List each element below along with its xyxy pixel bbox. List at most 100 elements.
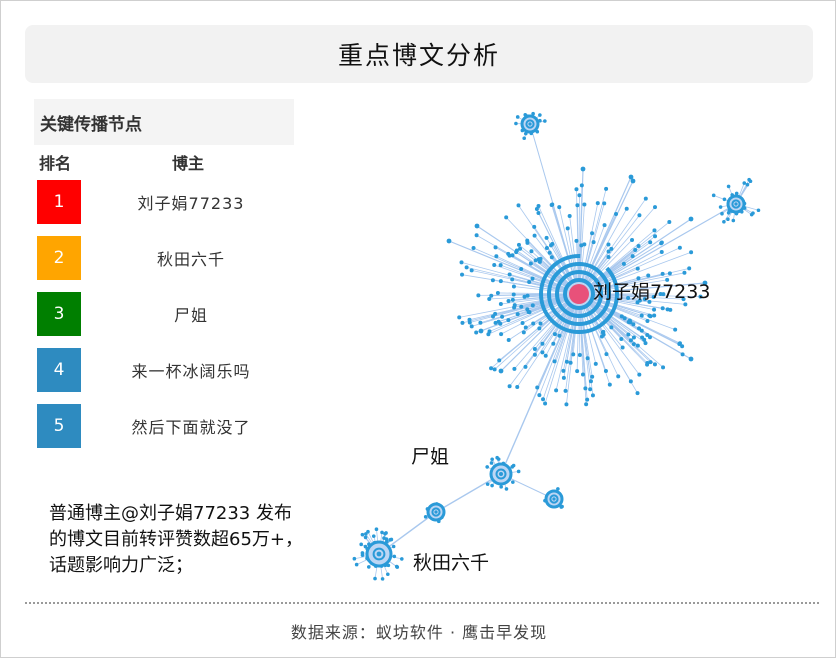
network-node	[645, 360, 650, 365]
network-node	[677, 341, 682, 346]
network-node	[583, 386, 588, 391]
network-node	[490, 278, 495, 283]
network-node	[627, 318, 632, 323]
network-node	[543, 401, 548, 406]
network-node	[677, 245, 682, 250]
network-node	[568, 360, 573, 365]
network-node	[630, 237, 635, 242]
network-node	[512, 305, 517, 310]
network-node	[423, 515, 428, 519]
network-node	[489, 293, 494, 298]
network-node	[621, 261, 626, 266]
network-node	[652, 228, 657, 233]
network-node	[519, 267, 524, 272]
network-node	[574, 238, 579, 243]
network-node	[373, 576, 377, 581]
network-node	[584, 402, 589, 407]
network-hubs	[365, 114, 746, 568]
network-node	[557, 205, 562, 210]
rank-badge: 4	[37, 348, 81, 392]
network-node	[498, 302, 503, 307]
network-node	[557, 333, 562, 338]
network-node	[360, 553, 365, 557]
network-node	[628, 174, 634, 180]
network-node	[567, 214, 572, 219]
network-node	[515, 312, 520, 317]
network-node	[630, 254, 635, 259]
center-node	[569, 284, 589, 304]
network-node	[645, 319, 650, 324]
network-node	[506, 338, 511, 343]
network-node	[631, 335, 636, 340]
network-node	[521, 330, 526, 335]
network-node	[682, 270, 687, 275]
network-node	[580, 372, 585, 377]
network-node	[680, 352, 685, 357]
network-node	[602, 223, 607, 228]
network-node	[515, 384, 520, 389]
network-node	[476, 293, 481, 298]
network-node	[371, 534, 376, 538]
network-node	[499, 485, 503, 489]
user-name: 然后下面就没了	[131, 418, 251, 437]
network-node	[492, 262, 497, 267]
network-node	[689, 250, 694, 255]
network-node	[537, 393, 542, 398]
network-node	[457, 315, 462, 320]
network-node	[532, 224, 537, 229]
network-node	[489, 461, 494, 465]
network-node	[499, 332, 504, 337]
network-node	[551, 341, 556, 346]
network-node	[533, 258, 538, 263]
network-node	[660, 306, 665, 311]
network-node	[635, 266, 640, 271]
network-node	[549, 202, 554, 207]
network-node	[460, 320, 465, 325]
user-name: 来一杯冰阔乐吗	[131, 362, 251, 381]
network-node	[571, 352, 576, 357]
rank-row-2: 2 秋田六千	[37, 236, 277, 280]
network-node	[653, 205, 658, 210]
network-node	[622, 316, 627, 321]
summary-line-1: 普通博主@刘子娟77233 发布	[49, 503, 292, 524]
network-node	[490, 483, 494, 488]
network-node	[354, 562, 359, 567]
network-node	[478, 320, 483, 325]
network-node	[395, 565, 400, 569]
right-hub-core	[734, 202, 738, 206]
user-name: 刘子娟77233	[137, 194, 245, 213]
network-node	[604, 186, 609, 191]
network-node	[652, 313, 657, 318]
network-node	[588, 379, 593, 384]
network-node	[606, 254, 611, 259]
network-node	[726, 217, 730, 222]
network-node	[564, 402, 569, 407]
network-node	[579, 183, 584, 188]
network-node	[527, 280, 532, 285]
network-node	[536, 210, 541, 215]
network-node	[563, 388, 568, 393]
network-node	[577, 353, 582, 358]
report-card: 重点博文分析 关键传播节点 排名 博主 1 刘子娟77233 2 秋田六千 3 …	[0, 0, 836, 658]
network-node	[647, 335, 652, 340]
network-node	[492, 367, 497, 372]
top-hub-core	[528, 122, 532, 126]
network-node	[516, 203, 521, 208]
network-node	[520, 320, 525, 325]
network-node	[523, 325, 528, 330]
hub-node-e-core	[552, 497, 556, 501]
network-node	[582, 242, 587, 247]
network-node	[688, 356, 694, 362]
network-node	[635, 343, 640, 348]
node-label-b: 秋田六千	[413, 552, 489, 574]
network-node	[386, 572, 390, 577]
network-node	[667, 219, 672, 224]
network-node	[593, 361, 598, 366]
network-node	[511, 292, 516, 297]
network-node	[636, 276, 641, 281]
network-node	[498, 368, 504, 374]
network-node	[619, 337, 624, 342]
network-node	[590, 374, 595, 379]
network-node	[495, 290, 500, 295]
network-node	[469, 268, 474, 273]
